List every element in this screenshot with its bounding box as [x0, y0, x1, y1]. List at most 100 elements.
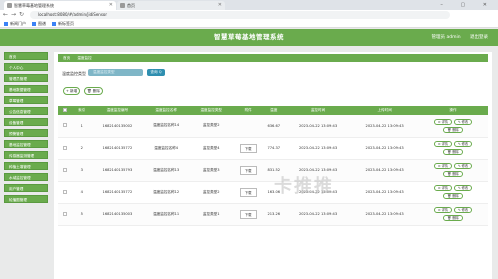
page-favicon-icon — [7, 3, 12, 8]
cell-type: 监控类型1 — [188, 203, 234, 226]
row-delete-button[interactable]: 🗑 删除 — [443, 171, 463, 177]
browser-tab-2[interactable]: 首页 ✕ — [117, 1, 225, 10]
cell-type: 监控类型3 — [188, 159, 234, 182]
browser-tab-1[interactable]: 智慧草莓基地管理系统 ✕ — [4, 1, 116, 10]
edit-button[interactable]: ✎ 修改 — [453, 118, 473, 125]
sidebar-item-base-data[interactable]: 基地数据管理 — [4, 85, 48, 93]
cell-name: 温度监控名称4 — [143, 137, 189, 160]
select-all-checkbox[interactable] — [62, 108, 67, 112]
detail-button[interactable]: ⊙ 详情 — [433, 118, 452, 125]
reload-icon[interactable]: ↻ — [19, 11, 24, 19]
cell-name: 温度监控名称14 — [143, 115, 189, 138]
back-icon[interactable]: ← — [3, 11, 8, 19]
column-header: 温度 — [262, 106, 285, 115]
download-button[interactable]: 下载 — [239, 187, 257, 197]
edit-button[interactable]: ✎ 修改 — [453, 163, 473, 169]
main-content: 首页 温度监控 温度监控类型 温度监控类型 查询 Q + 新增 🗑 删除 索引 … — [54, 52, 492, 279]
address-input[interactable]: localhost:8080/#/admin/jidiSensor — [30, 11, 450, 19]
browser-tab-title: 智慧草莓基地管理系统 — [14, 3, 54, 8]
sidebar-item-water[interactable]: 水域监控管理 — [4, 173, 48, 181]
sidebar-item-monitor[interactable]: 基地监控管理 — [4, 140, 48, 148]
edit-button[interactable]: ✎ 修改 — [453, 185, 473, 191]
cell-type: 监控类型2 — [188, 115, 234, 138]
logout-link[interactable]: 退出登录 — [470, 35, 488, 40]
sidebar-item-profile[interactable]: 个人中心 — [4, 63, 48, 71]
search-input[interactable]: 温度监控类型 — [88, 69, 143, 76]
bookmarks-bar: 新闻门户 图谱 新标签页 — [0, 20, 498, 28]
header-user-area: 管理员 admin 退出登录 — [424, 29, 488, 46]
sidebar-item-users[interactable]: 用户管理 — [4, 184, 48, 192]
cell-file: 下载 — [233, 159, 263, 182]
cell-temp: 213.26 — [262, 203, 285, 226]
sidebar-item-sensor[interactable]: 传感器监测管理 — [4, 151, 48, 159]
cell-file: 下载 — [233, 203, 263, 226]
detail-button[interactable]: ⊙ 详情 — [433, 163, 452, 169]
sidebar: 首页 个人中心 管理员管理 基地数据管理 草莓管理 公告信息管理 设备管理 预警… — [4, 52, 48, 206]
download-button[interactable]: 下载 — [239, 165, 257, 175]
cell-actions: ⊙ 详情 ✎ 修改 🗑 删除 — [417, 203, 488, 226]
column-header: 操作 — [417, 106, 488, 115]
cell-index: 5 — [71, 203, 92, 226]
cell-file — [233, 115, 263, 138]
cell-type: 监控类型2 — [188, 181, 234, 204]
browser-tab-title: 首页 — [127, 3, 135, 8]
bookmark-item[interactable]: 图谱 — [32, 20, 46, 28]
detail-button[interactable]: ⊙ 详情 — [433, 185, 452, 191]
cell-monitor-time: 2023-04-22 13:09:43 — [284, 203, 352, 226]
add-button[interactable]: + 新增 — [63, 87, 80, 95]
sidebar-item-device[interactable]: 设备管理 — [4, 118, 48, 126]
cell-code: 1682140135793 — [91, 159, 144, 182]
bookmark-icon — [52, 22, 56, 26]
forward-icon[interactable]: → — [11, 11, 16, 19]
edit-button[interactable]: ✎ 修改 — [453, 141, 473, 147]
column-header-select[interactable] — [58, 106, 72, 115]
cell-code: 1682140135002 — [91, 115, 144, 138]
download-button[interactable]: 下载 — [239, 209, 257, 219]
download-button[interactable]: 下载 — [239, 143, 257, 153]
cell-name: 温度监控名称13 — [143, 159, 189, 182]
table-row: 2 1682140135772 温度监控名称4 监控类型4 下载 774.37 … — [58, 137, 488, 160]
row-delete-button[interactable]: 🗑 删除 — [443, 126, 463, 133]
column-header: 上传时间 — [351, 106, 418, 115]
watermark-text: 卡推推 — [274, 176, 334, 197]
cell-monitor-time: 2023-04-22 13:09:43 — [284, 137, 352, 160]
row-checkbox[interactable] — [62, 211, 67, 216]
sidebar-item-notice[interactable]: 公告信息管理 — [4, 107, 48, 115]
cell-actions: ⊙ 详情 ✎ 修改 🗑 删除 — [417, 159, 488, 182]
search-label: 温度监控类型 — [62, 71, 86, 76]
page-favicon-icon — [120, 3, 125, 8]
bookmark-item[interactable]: 新标签页 — [52, 20, 74, 28]
detail-button[interactable]: ⊙ 详情 — [433, 207, 452, 213]
sidebar-item-soil[interactable]: 种植土壤管理 — [4, 162, 48, 170]
sidebar-item-carousel[interactable]: 轮播图管理 — [4, 195, 48, 203]
row-checkbox[interactable] — [62, 189, 67, 194]
column-header: 温度监控名称 — [143, 106, 189, 115]
sidebar-item-home[interactable]: 首页 — [4, 52, 48, 60]
close-tab-icon[interactable]: ✕ — [218, 1, 222, 10]
sidebar-item-strawberry[interactable]: 草莓管理 — [4, 96, 48, 104]
cell-index: 1 — [71, 115, 92, 138]
edit-button[interactable]: ✎ 修改 — [453, 207, 473, 213]
row-checkbox[interactable] — [62, 145, 67, 150]
sidebar-item-warning[interactable]: 预警管理 — [4, 129, 48, 137]
search-button[interactable]: 查询 Q — [147, 69, 165, 76]
row-delete-button[interactable]: 🗑 删除 — [443, 193, 463, 199]
sidebar-item-admin[interactable]: 管理员管理 — [4, 74, 48, 82]
window-controls[interactable]: – ▢ ✕ — [440, 0, 495, 10]
cell-upload-time: 2023-04-22 13:09:43 — [351, 159, 418, 182]
row-delete-button[interactable]: 🗑 删除 — [443, 215, 463, 221]
bookmark-item[interactable]: 新闻门户 — [4, 20, 26, 28]
breadcrumb-home[interactable]: 首页 — [63, 56, 70, 60]
delete-button[interactable]: 🗑 删除 — [84, 87, 103, 95]
row-checkbox[interactable] — [62, 167, 67, 172]
browser-tab-bar: 智慧草莓基地管理系统 ✕ 首页 ✕ – ▢ ✕ — [0, 0, 498, 10]
cell-upload-time: 2023-04-22 13:09:43 — [351, 181, 418, 204]
detail-button[interactable]: ⊙ 详情 — [433, 141, 452, 147]
column-header: 附件 — [233, 106, 263, 115]
row-checkbox[interactable] — [62, 123, 67, 128]
data-table: 索引 温度监控编号 温度监控名称 温度监控类型 附件 温度 监控时间 上传时间 … — [58, 106, 488, 226]
column-header: 监控时间 — [284, 106, 352, 115]
row-delete-button[interactable]: 🗑 删除 — [443, 149, 463, 155]
close-tab-icon[interactable]: ✕ — [109, 1, 113, 10]
cell-upload-time: 2023-04-22 13:09:43 — [351, 203, 418, 226]
